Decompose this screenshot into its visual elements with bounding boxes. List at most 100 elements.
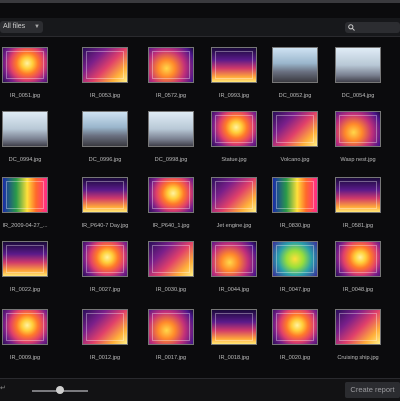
thumbnail-item[interactable]: IR_0018.jpg <box>203 302 265 366</box>
thumbnail-filename: Wasp nest.jpg <box>340 157 376 163</box>
thumbnail-overlay-frame <box>6 245 44 273</box>
thumbnail-image[interactable] <box>2 241 48 277</box>
chevron-down-icon: ▼ <box>34 24 40 30</box>
thumbnail-item[interactable]: IR_0044.jpg <box>203 234 265 298</box>
thumbnail-item[interactable]: Volcano.jpg <box>264 104 326 168</box>
thumbnail-image[interactable] <box>2 111 48 147</box>
thumbnail-overlay-frame <box>152 51 190 79</box>
thumbnail-item[interactable]: IR_P640-7 Day.jpg <box>74 170 136 234</box>
thumbnail-item[interactable]: Statue.jpg <box>203 104 265 168</box>
thumbnail-item[interactable]: IR_0047.jpg <box>264 234 326 298</box>
thumbnail-item[interactable]: IR_0027.jpg <box>74 234 136 298</box>
thumbnail-image[interactable] <box>335 111 381 147</box>
thumbnail-filename: IR_0051.jpg <box>9 93 41 99</box>
window-top-edge <box>0 0 400 3</box>
thumbnail-image[interactable] <box>148 241 194 277</box>
thumbnail-item[interactable]: Jet engine.jpg <box>203 170 265 234</box>
thumbnail-item[interactable]: IR_0030.jpg <box>140 234 202 298</box>
thumbnail-filename: DC_0054.jpg <box>341 93 375 99</box>
thumbnail-image[interactable] <box>272 177 318 213</box>
thumbnail-image[interactable] <box>82 47 128 83</box>
thumbnail-filename: IR_0044.jpg <box>218 287 250 293</box>
thumbnail-filename: IR_0048.jpg <box>342 287 374 293</box>
thumbnail-image[interactable] <box>335 241 381 277</box>
create-report-button[interactable]: Create report <box>345 382 400 398</box>
thumbnail-overlay-frame <box>339 245 377 273</box>
thumbnail-image[interactable] <box>211 309 257 345</box>
thumbnail-overlay-frame <box>276 313 314 341</box>
thumbnail-image[interactable] <box>272 241 318 277</box>
thumbnail-image[interactable] <box>82 177 128 213</box>
thumbnail-image[interactable] <box>148 309 194 345</box>
thumbnail-item[interactable]: IR_0017.jpg <box>140 302 202 366</box>
thumbnail-item[interactable]: IR_0053.jpg <box>74 40 136 104</box>
file-filter-dropdown[interactable]: All files ▼ <box>0 21 43 33</box>
thumbnail-filename: IR_0022.jpg <box>9 287 41 293</box>
thumbnail-image[interactable] <box>211 177 257 213</box>
thumbnail-filename: IR_0018.jpg <box>218 355 250 361</box>
thumbnail-image[interactable] <box>335 177 381 213</box>
thumbnail-filename: Statue.jpg <box>221 157 247 163</box>
thumbnail-image[interactable] <box>2 47 48 83</box>
search-input[interactable] <box>345 22 400 33</box>
thumbnail-item[interactable]: IR_2009-04-27_... <box>0 170 56 234</box>
zoom-slider-handle[interactable] <box>56 386 64 394</box>
thumbnail-image[interactable] <box>148 177 194 213</box>
thumbnail-filename: IR_P640_1.jpg <box>152 223 190 229</box>
thumbnail-item[interactable]: IR_0581.jpg <box>327 170 389 234</box>
thumbnail-image[interactable] <box>335 47 381 83</box>
thumbnail-item[interactable]: DC_0052.jpg <box>264 40 326 104</box>
thumbnail-overlay-frame <box>276 245 314 273</box>
thumbnail-item[interactable]: DC_0994.jpg <box>0 104 56 168</box>
thumbnail-image[interactable] <box>82 241 128 277</box>
thumbnail-image[interactable] <box>335 309 381 345</box>
thumbnail-image[interactable] <box>272 47 318 83</box>
thumbnail-item[interactable]: IR_0022.jpg <box>0 234 56 298</box>
thumbnail-image[interactable] <box>148 111 194 147</box>
thumbnail-item[interactable]: Wasp nest.jpg <box>327 104 389 168</box>
thumbnail-image[interactable] <box>148 47 194 83</box>
thumbnail-overlay-frame <box>339 181 377 209</box>
thumbnail-image[interactable] <box>211 47 257 83</box>
thumbnail-filename: IR_2009-04-27_... <box>2 223 48 229</box>
thumbnail-filename: DC_0994.jpg <box>8 157 42 163</box>
thumbnail-item[interactable]: IR_0020.jpg <box>264 302 326 366</box>
thumbnail-filename: IR_P640-7 Day.jpg <box>81 223 129 229</box>
thumbnail-item[interactable]: Cruising ship.jpg <box>327 302 389 366</box>
thumbnail-overlay-frame <box>215 181 253 209</box>
thumbnail-item[interactable]: IR_0572.jpg <box>140 40 202 104</box>
thumbnail-image[interactable] <box>82 309 128 345</box>
thumbnail-overlay-frame <box>215 51 253 79</box>
thumbnail-image[interactable] <box>272 111 318 147</box>
bottom-left-control[interactable]: ↵ <box>0 384 6 392</box>
thumbnail-item[interactable]: IR_0009.jpg <box>0 302 56 366</box>
thumbnail-overlay-frame <box>276 181 314 209</box>
thumbnail-filename: IR_0581.jpg <box>342 223 374 229</box>
thumbnail-grid: IR_0051.jpg IR_0053.jpg IR_0572.jpg IR_0993… <box>0 40 400 375</box>
thumbnail-item[interactable]: IR_P640_1.jpg <box>140 170 202 234</box>
thumbnail-overlay-frame <box>86 51 124 79</box>
thumbnail-image[interactable] <box>82 111 128 147</box>
thumbnail-item[interactable]: IR_0051.jpg <box>0 40 56 104</box>
thumbnail-item[interactable]: IR_0993.jpg <box>203 40 265 104</box>
thumbnail-overlay-frame <box>152 245 190 273</box>
thumbnail-overlay-frame <box>6 313 44 341</box>
bottom-bar: ↵ Create report <box>0 378 400 401</box>
thumbnail-filename: Volcano.jpg <box>280 157 310 163</box>
thumbnail-item[interactable]: IR_0012.jpg <box>74 302 136 366</box>
thumbnail-image[interactable] <box>211 241 257 277</box>
thumbnail-filename: DC_0996.jpg <box>88 157 122 163</box>
thumbnail-item[interactable]: DC_0054.jpg <box>327 40 389 104</box>
thumbnail-image[interactable] <box>2 177 48 213</box>
thumbnail-image[interactable] <box>272 309 318 345</box>
thumbnail-image[interactable] <box>2 309 48 345</box>
thumbnail-image[interactable] <box>211 111 257 147</box>
thumbnail-filename: IR_0047.jpg <box>279 287 311 293</box>
thumbnail-item[interactable]: DC_0998.jpg <box>140 104 202 168</box>
thumbnail-item[interactable]: DC_0996.jpg <box>74 104 136 168</box>
thumbnail-overlay-frame <box>339 115 377 143</box>
search-icon <box>348 24 355 31</box>
thumbnail-item[interactable]: IR_0830.jpg <box>264 170 326 234</box>
thumbnail-item[interactable]: IR_0048.jpg <box>327 234 389 298</box>
thumbnail-filename: IR_0993.jpg <box>218 93 250 99</box>
